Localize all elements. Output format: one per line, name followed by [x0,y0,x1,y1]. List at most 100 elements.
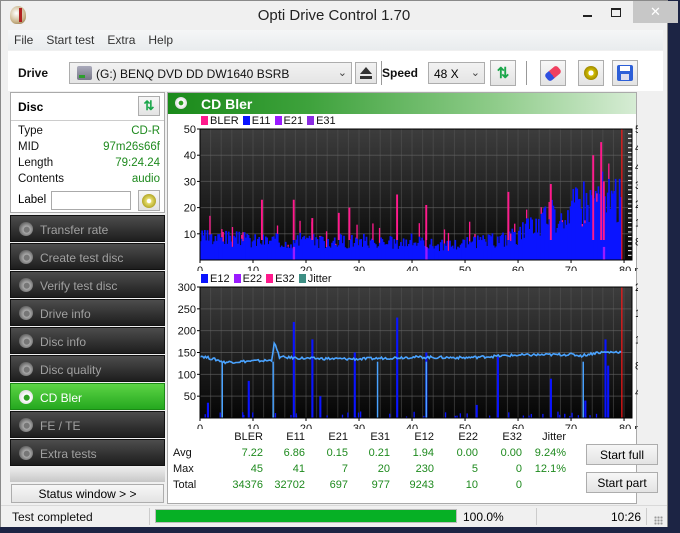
nav-transfer-rate[interactable]: Transfer rate [10,215,165,242]
e21-bar [425,246,428,260]
bler-peak-bar [425,204,428,240]
e12-bar [347,412,349,418]
stats-column-header: E32 [502,431,522,443]
status-bar: Test completed 100.0% 10:26 [1,505,667,527]
x-tick-label: 40 [406,265,418,271]
settings-button[interactable] [578,60,604,86]
c2-error-jitter-chart: 50 100 150 200 250 300 4% 8% 12% 16% 20% 0 10 20 30 40 5… [178,282,638,429]
c1-error-chart: 10 20 30 40 50 8 X 16 X 24 X 32 X 40 X 48 X 56 X 0 10… [184,124,638,271]
bler-bar [299,220,301,233]
nav-label: CD Bler [40,391,83,405]
menu-extra[interactable]: Extra [101,30,142,50]
nav-cd-bler[interactable]: CD Bler [10,383,165,410]
start-part-button[interactable]: Start part [586,472,658,493]
stats-cell: 12.1% [534,463,566,475]
stats-cell: 9.24% [534,447,566,459]
cd-bler-icon [175,97,187,109]
close-button[interactable]: ✕ [633,1,678,23]
disc-length-key: Length [18,157,54,169]
y2-tick-label: 40 X [635,161,638,173]
disc-contents-value: audio [131,173,160,185]
disc-test-icon [19,306,33,320]
nav-disc-quality[interactable]: Disc quality [10,355,165,382]
y-tick-label: 10 [184,229,196,241]
bler-bar [474,234,476,238]
disc-test-icon [19,334,33,348]
bler-bar [222,231,224,242]
stats-cell: 0.21 [368,447,390,459]
bler-bar [510,233,512,241]
nav-drive-info[interactable]: Drive info [10,299,165,326]
disc-test-icon [19,362,33,376]
nav-disc-info[interactable]: Disc info [10,327,165,354]
bler-bar [276,225,279,234]
panel-header: CD Bler [168,93,636,114]
y2-tick-label: 48 X [635,143,638,155]
progress-bar [155,509,457,523]
bler-bar [335,243,337,245]
nav-spacer [10,467,165,482]
y-tick-label: 250 [178,304,196,316]
e12-bar [274,413,277,418]
disc-row-length: Length 79:24.24 [18,157,160,169]
minimize-button[interactable] [572,1,602,23]
drive-label: Drive [18,66,49,80]
e12-bar [413,411,415,418]
stats-cell: 0 [515,479,522,491]
nav-fe-te[interactable]: FE / TE [10,411,165,438]
x-tick-label: 70 [565,265,577,271]
nav-label: Disc quality [40,363,102,377]
status-message: Test completed [12,510,93,524]
x-tick-label: 0 [197,265,203,271]
save-button[interactable] [612,60,638,86]
e12-bar [595,413,598,418]
erase-button[interactable] [540,60,566,86]
stats-column-header: E21 [328,431,348,443]
x-tick-label: 0 [197,423,203,429]
y2-tick-label: 8% [635,361,638,373]
e12-bar [466,413,468,418]
bler-bar [242,232,244,242]
nav-verify-test-disc[interactable]: Verify test disc [10,271,165,298]
e12-bar [319,396,322,418]
progress-fill [156,510,456,522]
y-tick-label: 300 [178,282,196,294]
bler-bar [221,229,223,238]
disc-label-button[interactable] [138,190,160,211]
bler-peak-bar [549,184,552,240]
start-full-button[interactable]: Start full [586,444,658,465]
disc-row-type: Type CD-R [18,125,160,137]
speed-select[interactable]: 48 X ⌄ [428,62,485,84]
x-tick-label: 80 min [619,265,638,271]
nav-create-test-disc[interactable]: Create test disc [10,243,165,270]
bler-bar [561,220,564,223]
e12-bar [357,412,360,418]
drive-icon [77,66,92,80]
maximize-button[interactable] [601,1,631,23]
menu-start-test[interactable]: Start test [40,30,101,50]
chevron-down-icon: ⌄ [337,67,347,79]
eject-button[interactable] [355,62,377,84]
menu-help[interactable]: Help [142,30,180,50]
bler-peak-bar [260,199,263,240]
disc-test-icon [19,222,33,236]
disc-refresh-button[interactable]: ⇅ [138,96,160,116]
disc-label-input[interactable] [51,191,131,210]
y2-tick-label: 12% [635,334,638,346]
nav-label: Drive info [40,307,91,321]
status-window-button[interactable]: Status window > > [11,484,164,503]
bler-bar [447,232,450,251]
x-tick-label: 50 [459,423,471,429]
e12-bar [359,411,362,418]
y-tick-label: 50 [184,391,196,403]
refresh-speed-button[interactable]: ⇅ [490,60,516,86]
drive-select[interactable]: (G:) BENQ DVD DD DW1640 BSRB ⌄ [69,62,352,84]
disc-test-icon [19,446,33,460]
bler-bar [608,163,610,179]
stats-cell: 20 [377,463,390,475]
menu-file[interactable]: File [8,30,40,50]
resize-grip[interactable] [654,516,663,525]
x-tick-label: 60 [512,265,524,271]
speed-label: Speed [382,66,419,80]
nav-extra-tests[interactable]: Extra tests [10,439,165,466]
